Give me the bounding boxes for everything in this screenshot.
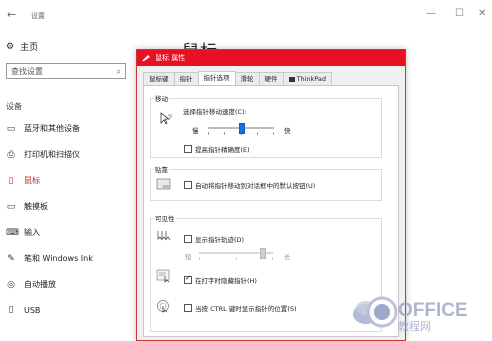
- long-label: 长: [284, 253, 291, 261]
- svg-text:教程网: 教程网: [398, 320, 431, 332]
- sidebar-item-pen[interactable]: ✎ 笔和 Windows Ink: [6, 253, 93, 264]
- search-icon: ⌕: [116, 67, 121, 76]
- touchpad-icon: ▭: [6, 201, 16, 212]
- snap-label: 自动将指针移动到对话框中的默认按钮(U): [195, 182, 316, 190]
- snap-to-icon: [156, 178, 171, 190]
- title-bar: ← 设置 — ☐ ✕: [0, 0, 492, 30]
- show-location-icon: [157, 300, 169, 313]
- visibility-group-label: 可见性: [154, 213, 176, 223]
- sidebar-item-label: 蓝牙和其他设备: [24, 124, 80, 133]
- dialog-title-bar: 鼠标 属性: [137, 50, 405, 66]
- trails-label: 显示指针轨迹(D): [195, 236, 245, 244]
- motion-group-label: 移动: [154, 93, 169, 103]
- snap-group-label: 贴靠: [154, 164, 169, 174]
- hide-while-typing-label: 在打字时隐藏指针(H): [195, 277, 257, 285]
- tab-pointer-options[interactable]: 指针选项: [197, 71, 236, 86]
- close-icon[interactable]: ✕: [478, 8, 486, 19]
- tab-buttons[interactable]: 鼠标键: [143, 72, 175, 85]
- maximize-icon[interactable]: ☐: [455, 8, 464, 19]
- window-title: 设置: [31, 12, 45, 20]
- keyboard-icon: ⌨: [6, 227, 19, 238]
- slow-label: 慢: [192, 127, 199, 135]
- tab-wheel[interactable]: 滑轮: [234, 72, 260, 85]
- dialog-title: 鼠标 属性: [155, 54, 186, 62]
- sidebar-item-label: 鼠标: [24, 176, 40, 185]
- speed-slider-thumb[interactable]: [239, 123, 245, 134]
- speed-tick: [208, 132, 209, 135]
- tab-hardware[interactable]: 硬件: [258, 72, 284, 85]
- sidebar-item-touchpad[interactable]: ▭ 触摸板: [6, 201, 48, 212]
- trails-checkbox[interactable]: [184, 235, 192, 243]
- mouse-app-icon: [142, 55, 150, 61]
- search-input[interactable]: 查找设置 ⌕: [6, 63, 126, 79]
- back-arrow-icon[interactable]: ←: [7, 8, 16, 21]
- dialog-tabs: 鼠标键 指针 指针选项 滑轮 硬件 ThinkPad: [143, 71, 333, 86]
- thinkpad-icon: [288, 76, 295, 82]
- trails-tick: [272, 257, 273, 260]
- ctrl-location-label: 当按 CTRL 键时显示指针的位置(S): [195, 305, 297, 313]
- sidebar-item-label: 笔和 Windows Ink: [24, 254, 93, 263]
- nav-home[interactable]: ⚙ 主页: [6, 40, 39, 54]
- speed-tick: [224, 132, 225, 135]
- trails-slider-thumb[interactable]: [259, 248, 266, 259]
- precision-label: 提高指针精确度(E): [195, 146, 250, 154]
- sidebar-item-label: USB: [24, 305, 41, 315]
- sidebar-item-printers[interactable]: ⎙ 打印机和扫描仪: [6, 149, 80, 160]
- hide-while-typing-checkbox[interactable]: [184, 274, 192, 284]
- sidebar-item-autoplay[interactable]: ◎ 自动播放: [6, 279, 56, 290]
- sidebar-item-label: 输入: [24, 228, 40, 237]
- autoplay-icon: ◎: [7, 279, 15, 290]
- fast-label: 快: [284, 127, 291, 135]
- tab-thinkpad[interactable]: ThinkPad: [282, 72, 333, 85]
- tab-pointers[interactable]: 指针: [173, 72, 199, 85]
- hide-pointer-icon: [156, 269, 170, 283]
- sidebar-item-label: 自动播放: [24, 280, 56, 289]
- watermark-logo: OFFICE 教程网: [353, 296, 468, 332]
- bluetooth-icon: ▭: [6, 123, 16, 134]
- sidebar-item-usb[interactable]: ▯ USB: [6, 305, 41, 315]
- sidebar-item-typing[interactable]: ⌨ 输入: [6, 227, 40, 238]
- pen-icon: ✎: [7, 253, 15, 264]
- printer-icon: ⎙: [7, 149, 15, 160]
- gear-icon: ⚙: [6, 41, 15, 52]
- svg-text:OFFICE: OFFICE: [398, 300, 468, 321]
- sidebar-item-bluetooth[interactable]: ▭ 蓝牙和其他设备: [6, 123, 80, 134]
- tab-thinkpad-label: ThinkPad: [296, 75, 327, 83]
- minimize-icon[interactable]: —: [426, 8, 436, 19]
- short-label: 短: [185, 253, 192, 261]
- pointer-speed-icon: [160, 112, 172, 125]
- sidebar-item-mouse[interactable]: ▯ 鼠标: [6, 175, 40, 186]
- pointer-trails-icon: [157, 231, 171, 241]
- sidebar-item-label: 触摸板: [24, 202, 48, 211]
- snap-checkbox[interactable]: [184, 181, 192, 189]
- trails-tick: [236, 257, 237, 260]
- precision-checkbox[interactable]: [184, 145, 192, 153]
- sidebar-item-label: 打印机和扫描仪: [24, 150, 80, 159]
- speed-label: 选择指针移动速度(C):: [183, 108, 247, 116]
- trails-tick: [199, 257, 200, 260]
- nav-home-label: 主页: [20, 43, 39, 53]
- speed-tick: [273, 132, 274, 135]
- search-placeholder: 查找设置: [11, 67, 43, 76]
- ctrl-location-checkbox[interactable]: [184, 304, 192, 312]
- usb-icon: ▯: [8, 305, 14, 315]
- mouse-icon: ▯: [8, 175, 14, 186]
- section-heading: 设备: [6, 102, 22, 111]
- speed-tick: [257, 132, 258, 135]
